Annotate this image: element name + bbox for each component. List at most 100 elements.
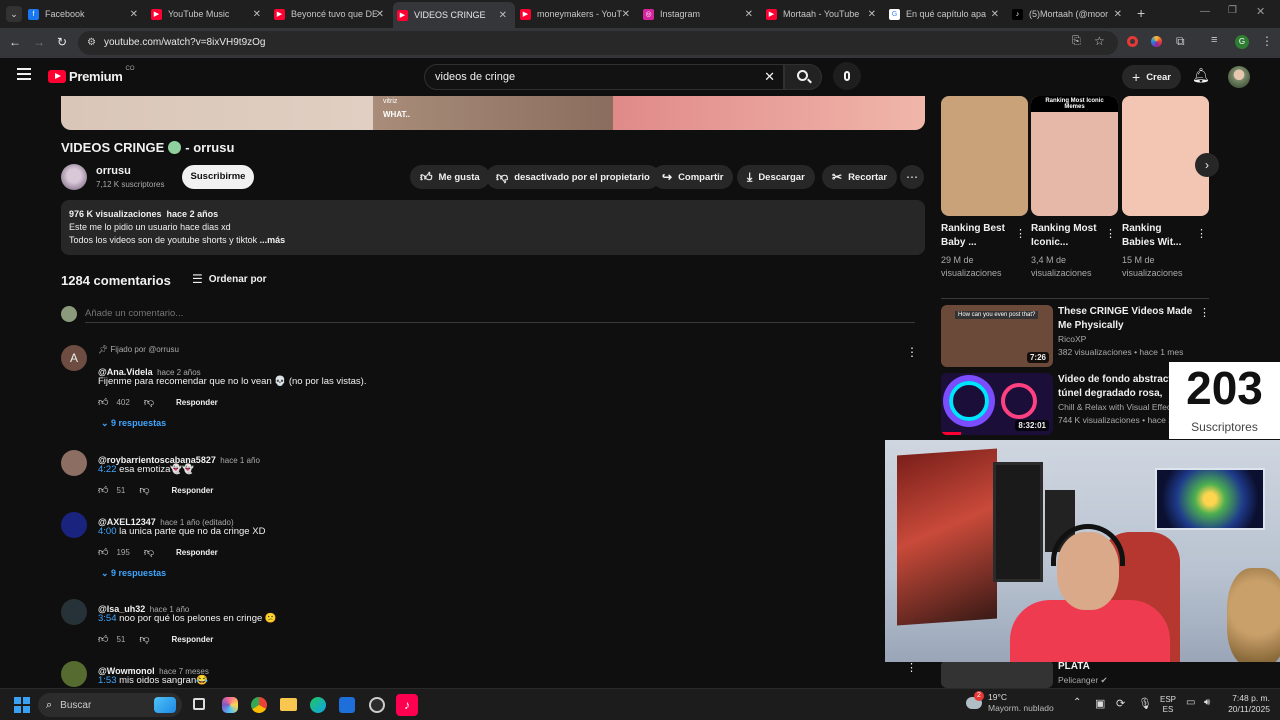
- notifications-bell-icon[interactable]: 🔔︎: [1192, 67, 1210, 84]
- bookmark-star-icon[interactable]: ☆: [1094, 34, 1105, 48]
- short-title[interactable]: Ranking Babies Wit...: [1122, 222, 1194, 250]
- channel-name[interactable]: orrusu: [96, 165, 131, 177]
- account-avatar[interactable]: [1228, 66, 1250, 88]
- browser-tab[interactable]: G En qué capítulo apa ✕: [885, 3, 1007, 25]
- taskbar-search[interactable]: ⌕ Buscar: [38, 693, 182, 717]
- comment-avatar[interactable]: [61, 661, 87, 687]
- tray-mic-icon[interactable]: 🎙︎: [1138, 697, 1152, 710]
- comment-dislike-icon[interactable]: 👎︎: [139, 484, 149, 496]
- short-thumbnail[interactable]: [941, 96, 1028, 216]
- extension-opera-icon[interactable]: [1127, 36, 1138, 47]
- dislike-button[interactable]: 👎︎ desactivado por el propietario: [486, 165, 660, 189]
- short-title[interactable]: Ranking Best Baby ...: [941, 222, 1013, 250]
- store-icon[interactable]: [339, 697, 355, 713]
- youtube-logo[interactable]: Premium CO: [48, 66, 135, 84]
- comment-dislike-icon[interactable]: 👎︎: [139, 633, 149, 645]
- short-thumbnail[interactable]: [1122, 96, 1209, 216]
- comment-dislike-icon[interactable]: 👎︎: [144, 546, 154, 558]
- tray-chevron-icon[interactable]: ⌃: [1073, 697, 1081, 708]
- shorts-next-button[interactable]: ›: [1195, 153, 1219, 177]
- comment-avatar[interactable]: A: [61, 345, 87, 371]
- download-button[interactable]: ⤓ Descargar: [737, 165, 815, 189]
- browser-tab[interactable]: ♪ (5)Mortaah (@moor ✕: [1008, 3, 1130, 25]
- tab-close-icon[interactable]: ✕: [622, 9, 630, 20]
- recommended-thumbnail[interactable]: How can you even post that? 7:26: [941, 305, 1053, 367]
- short-thumbnail[interactable]: Ranking Most Iconic Memes: [1031, 96, 1118, 216]
- comment-like-icon[interactable]: 👍︎: [98, 633, 108, 645]
- comment-avatar[interactable]: [61, 450, 87, 476]
- reply-button[interactable]: Responder: [172, 635, 214, 644]
- browser-tab[interactable]: ▶ Beyoncé tuvo que DE ✕: [270, 3, 392, 25]
- maximize-button[interactable]: ❐: [1228, 5, 1237, 16]
- network-icon[interactable]: ▭: [1186, 697, 1195, 708]
- windows-start-icon[interactable]: [14, 697, 30, 713]
- taskview-icon[interactable]: [193, 698, 205, 710]
- recommended-channel[interactable]: Chill & Relax with Visual Effects: [1058, 401, 1178, 414]
- clear-search-icon[interactable]: ✕: [764, 65, 775, 89]
- short-title[interactable]: Ranking Most Iconic...: [1031, 222, 1103, 250]
- show-more-link[interactable]: ...más: [260, 235, 286, 245]
- tab-close-icon[interactable]: ✕: [868, 9, 876, 20]
- recommended-menu-icon[interactable]: ⋮: [906, 661, 917, 674]
- close-window-button[interactable]: ✕: [1256, 5, 1265, 18]
- tab-close-icon[interactable]: ✕: [499, 10, 507, 21]
- sort-button[interactable]: ☰ Ordenar por: [192, 272, 267, 286]
- comment-avatar[interactable]: [61, 512, 87, 538]
- browser-tab[interactable]: ▶ VIDEOS CRINGE ✕: [393, 2, 515, 28]
- hamburger-menu-icon[interactable]: [17, 68, 31, 80]
- install-icon[interactable]: ⎘: [1072, 35, 1081, 48]
- search-button[interactable]: [784, 64, 822, 90]
- browser-tab[interactable]: ▶ Mortaah - YouTube ✕: [762, 3, 884, 25]
- reload-icon[interactable]: ↻: [57, 35, 67, 49]
- url-input[interactable]: ⚙ youtube.com/watch?v=8ixVH9t9zOg: [78, 31, 1118, 55]
- tab-close-icon[interactable]: ✕: [991, 9, 999, 20]
- comment-like-icon[interactable]: 👍︎: [98, 396, 108, 408]
- comment-timestamp-link[interactable]: 1:53: [98, 675, 117, 686]
- create-button[interactable]: + Crear: [1122, 65, 1182, 89]
- forward-icon[interactable]: →: [33, 35, 45, 49]
- tab-close-icon[interactable]: ✕: [376, 9, 384, 20]
- language-indicator[interactable]: ESP ES: [1160, 695, 1176, 715]
- comment-timestamp-link[interactable]: 4:00: [98, 526, 117, 537]
- browser-tab[interactable]: ◎ Instagram ✕: [639, 3, 761, 25]
- tray-sync-icon[interactable]: ⟳: [1116, 697, 1125, 710]
- profile-avatar-icon[interactable]: G: [1235, 35, 1249, 49]
- tab-close-icon[interactable]: ✕: [745, 9, 753, 20]
- share-button[interactable]: ↪ Compartir: [652, 165, 734, 189]
- obs-icon[interactable]: [369, 697, 385, 713]
- recommended-channel[interactable]: Pelicanger ✔: [1058, 674, 1108, 687]
- browser-tab[interactable]: ▶ moneymakers - YouT ✕: [516, 3, 638, 25]
- tab-close-icon[interactable]: ✕: [130, 9, 138, 20]
- tab-close-icon[interactable]: ✕: [253, 9, 261, 20]
- back-icon[interactable]: ←: [9, 35, 21, 49]
- show-replies-button[interactable]: ⌄ 9 respuestas: [101, 568, 166, 579]
- comment-dislike-icon[interactable]: 👎︎: [144, 396, 154, 408]
- edge-icon[interactable]: [310, 697, 326, 713]
- tiktok-icon[interactable]: ♪: [396, 694, 418, 716]
- tray-app-icon[interactable]: ▣: [1095, 697, 1105, 710]
- chrome-icon[interactable]: [251, 697, 267, 713]
- reply-button[interactable]: Responder: [176, 398, 218, 407]
- recommended-menu-icon[interactable]: ⋮: [1199, 306, 1210, 319]
- minimize-button[interactable]: —: [1200, 6, 1210, 17]
- video-player-bottom[interactable]: vitriz WHAT..: [61, 96, 925, 130]
- channel-avatar[interactable]: [61, 164, 87, 190]
- new-tab-button[interactable]: +: [1137, 5, 1145, 21]
- site-info-icon[interactable]: ⚙: [87, 31, 96, 55]
- like-button[interactable]: 👍︎ Me gusta: [410, 165, 490, 189]
- volume-icon[interactable]: 🔊︎: [1204, 697, 1210, 708]
- search-input[interactable]: videos de cringe ✕: [424, 64, 784, 90]
- recommended-thumbnail[interactable]: 8:32:01: [941, 373, 1053, 435]
- browser-tab[interactable]: f Facebook ✕: [24, 3, 146, 25]
- description-box[interactable]: 976 K visualizaciones hace 2 años Este m…: [61, 200, 925, 255]
- browser-tab[interactable]: ▶ YouTube Music ✕: [147, 3, 269, 25]
- tab-list-button[interactable]: ⌄: [6, 6, 22, 22]
- recommended-title[interactable]: PLATA: [1058, 660, 1196, 674]
- tab-close-icon[interactable]: ✕: [1114, 9, 1122, 20]
- subscribe-button[interactable]: Suscribirme: [182, 165, 254, 189]
- recommended-title[interactable]: These CRINGE Videos Made Me Physically U…: [1058, 305, 1196, 333]
- comment-like-icon[interactable]: 👍︎: [98, 546, 108, 558]
- comment-timestamp-link[interactable]: 3:54: [98, 613, 117, 624]
- media-controls-icon[interactable]: ≡: [1211, 34, 1217, 46]
- reply-button[interactable]: Responder: [172, 486, 214, 495]
